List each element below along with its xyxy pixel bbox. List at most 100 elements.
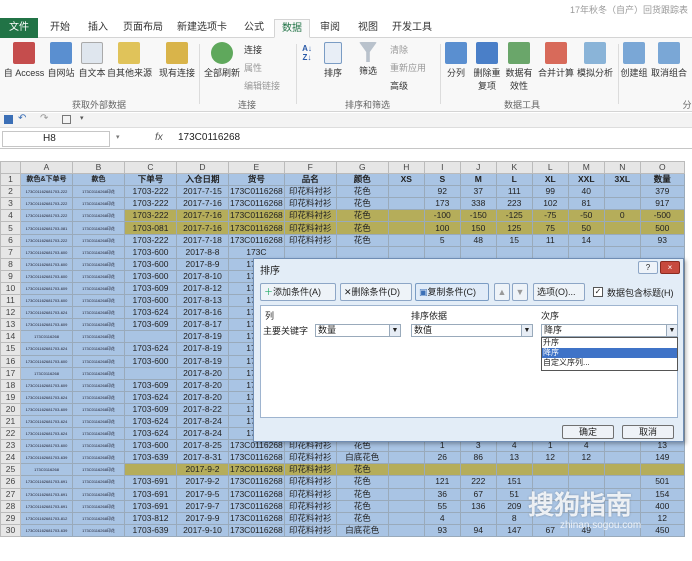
table-cell[interactable]: 173C0116268印花: [72, 511, 125, 525]
row-header[interactable]: 5: [0, 221, 21, 235]
table-cell[interactable]: 花色: [335, 487, 389, 501]
add-level-button[interactable]: ＋添加条件(A): [260, 283, 336, 301]
table-cell[interactable]: [567, 463, 605, 477]
table-cell[interactable]: 173C01162681703-609: [20, 402, 73, 416]
table-cell[interactable]: 209: [495, 499, 533, 513]
row-header[interactable]: 9: [0, 269, 21, 283]
row-header[interactable]: 11: [0, 294, 21, 308]
table-cell[interactable]: 173C0116268印花: [72, 402, 125, 416]
column-header[interactable]: B: [72, 161, 125, 175]
table-cell[interactable]: [387, 499, 425, 513]
group-button[interactable]: 创建组: [620, 42, 648, 79]
table-cell[interactable]: 173C01162681703-609: [20, 318, 73, 332]
customize-qat-icon[interactable]: ▾: [80, 114, 84, 122]
table-cell[interactable]: [387, 463, 425, 477]
table-cell[interactable]: [387, 245, 425, 259]
help-button[interactable]: ?: [638, 261, 658, 274]
cancel-button[interactable]: 取消: [622, 425, 674, 439]
table-cell[interactable]: 2017-7-15: [176, 185, 229, 199]
what-if-button[interactable]: 模拟分析: [577, 42, 613, 79]
table-cell[interactable]: [387, 197, 425, 211]
column-header[interactable]: E: [228, 161, 285, 175]
table-cell[interactable]: [335, 245, 389, 259]
table-cell[interactable]: 99: [531, 185, 569, 199]
table-cell[interactable]: 173C01162681703-600: [20, 257, 73, 271]
table-cell[interactable]: [531, 463, 569, 477]
table-cell[interactable]: 93: [639, 233, 685, 247]
table-cell[interactable]: 173C0116268: [228, 523, 285, 537]
column-header[interactable]: I: [423, 161, 461, 175]
table-cell[interactable]: 2017-8-24: [176, 414, 229, 429]
table-cell[interactable]: [387, 233, 425, 247]
sort-button[interactable]: 排序: [320, 42, 346, 79]
table-cell[interactable]: 154: [639, 487, 685, 501]
row-header[interactable]: 14: [0, 330, 21, 344]
undo-icon[interactable]: ↶: [18, 113, 26, 124]
table-cell[interactable]: 86: [459, 451, 497, 465]
table-cell[interactable]: 173C01162681703-600: [20, 439, 73, 453]
row-header[interactable]: 12: [0, 306, 21, 320]
table-cell[interactable]: 173C0116268印花: [72, 294, 125, 308]
row-header[interactable]: 28: [0, 499, 21, 513]
table-cell[interactable]: 173C01162681703-222: [20, 197, 73, 211]
header-cell[interactable]: 颜色: [335, 173, 389, 187]
table-cell[interactable]: 173C0116268印花: [72, 475, 125, 489]
row-header[interactable]: 2: [0, 185, 21, 199]
row-header[interactable]: 25: [0, 463, 21, 477]
table-cell[interactable]: 173C: [228, 245, 285, 259]
properties-button[interactable]: 属性: [244, 61, 262, 74]
fx-icon[interactable]: fx: [155, 132, 163, 143]
row-header[interactable]: 13: [0, 318, 21, 332]
table-cell[interactable]: 2017-8-20: [176, 390, 229, 404]
table-cell[interactable]: 2017-9-2: [176, 463, 229, 477]
table-cell[interactable]: 1703-600: [124, 294, 177, 308]
table-cell[interactable]: 173C01162681703-600: [20, 269, 73, 283]
table-cell[interactable]: [495, 463, 533, 477]
table-cell[interactable]: 2017-7-18: [176, 233, 229, 247]
table-cell[interactable]: 81: [567, 197, 605, 211]
table-cell[interactable]: 149: [639, 451, 685, 465]
column-select[interactable]: 数量 ▼: [315, 324, 401, 337]
table-cell[interactable]: 67: [459, 487, 497, 501]
table-cell[interactable]: 花色: [335, 185, 389, 199]
table-cell[interactable]: 173C01162681703-639: [20, 451, 73, 465]
row-header[interactable]: 29: [0, 511, 21, 525]
table-cell[interactable]: 111: [495, 185, 533, 199]
table-cell[interactable]: 338: [459, 197, 497, 211]
row-header[interactable]: 18: [0, 378, 21, 392]
table-cell[interactable]: [639, 245, 685, 259]
row-header[interactable]: 6: [0, 233, 21, 247]
save-icon[interactable]: [4, 115, 13, 124]
row-header[interactable]: 7: [0, 245, 21, 259]
order-option-ascending[interactable]: 升序: [542, 338, 677, 348]
table-cell[interactable]: 173C01162681703-639: [20, 523, 73, 537]
order-option-descending[interactable]: 降序: [542, 348, 677, 358]
table-cell[interactable]: 92: [423, 185, 461, 199]
column-header[interactable]: K: [495, 161, 533, 175]
table-cell[interactable]: [387, 487, 425, 501]
order-select[interactable]: 降序 ▼: [541, 324, 678, 337]
table-cell[interactable]: 0: [603, 209, 641, 223]
filter-button[interactable]: 筛选: [354, 42, 382, 77]
table-cell[interactable]: 173C01162681703-624: [20, 427, 73, 441]
table-cell[interactable]: 印花料衬衫: [283, 209, 337, 223]
edit-links-button[interactable]: 编辑链接: [244, 79, 280, 92]
table-cell[interactable]: 173C0116268印花: [72, 197, 125, 211]
table-cell[interactable]: 173C0116268印花: [72, 185, 125, 199]
table-cell[interactable]: 222: [459, 475, 497, 489]
table-cell[interactable]: 2017-8-8: [176, 245, 229, 259]
column-header[interactable]: F: [283, 161, 337, 175]
row-header[interactable]: 10: [0, 281, 21, 296]
table-cell[interactable]: 1703-222: [124, 197, 177, 211]
table-cell[interactable]: 379: [639, 185, 685, 199]
table-cell[interactable]: 5: [423, 233, 461, 247]
clear-button[interactable]: 清除: [390, 43, 408, 56]
tab-developer[interactable]: 开发工具: [388, 19, 436, 38]
table-cell[interactable]: 12: [531, 451, 569, 465]
table-cell[interactable]: 1703-691: [124, 487, 177, 501]
table-cell[interactable]: 2017-8-19: [176, 342, 229, 356]
table-cell[interactable]: 147: [495, 523, 533, 537]
table-cell[interactable]: 94: [459, 523, 497, 537]
table-cell[interactable]: 2017-9-9: [176, 511, 229, 525]
table-cell[interactable]: 2017-9-5: [176, 487, 229, 501]
